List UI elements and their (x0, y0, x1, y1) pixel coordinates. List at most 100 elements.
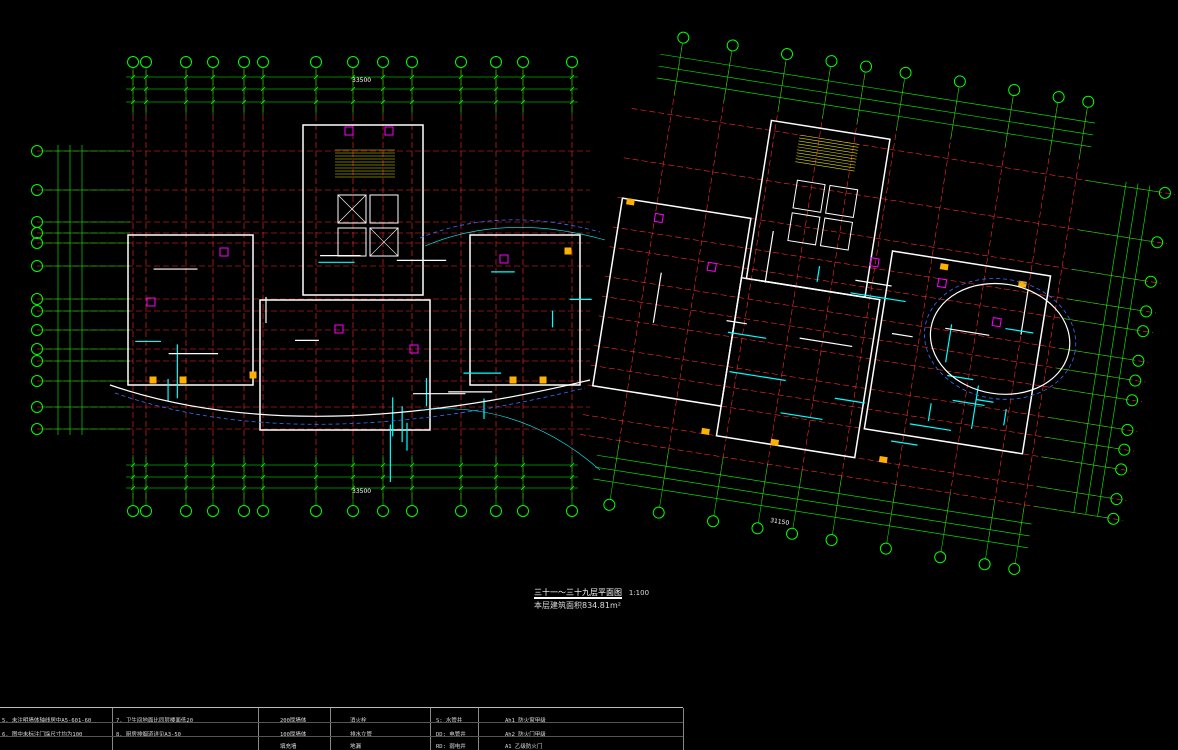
grid-bubble-top (491, 57, 502, 68)
grid-bubble-right (1107, 513, 1120, 526)
column (771, 439, 779, 445)
grid-line (613, 46, 682, 481)
elevator-shaft (338, 228, 366, 256)
grid-bubble-bottom (239, 506, 250, 517)
fixture (707, 262, 716, 271)
fixture (938, 279, 947, 288)
partition (765, 231, 773, 283)
grid-bubble-bottom (208, 506, 219, 517)
grid-bubble-top (378, 57, 389, 68)
partition (855, 280, 891, 286)
grid-bubble-right (1110, 493, 1123, 506)
fixture (992, 318, 1001, 327)
grid-line (890, 89, 959, 524)
left-building-block (32, 57, 592, 517)
partition (727, 321, 747, 324)
grid-bubble-bottom (378, 506, 389, 517)
partition (910, 424, 951, 431)
column (565, 248, 571, 254)
fixture (345, 127, 353, 135)
legend-row-divider (0, 736, 683, 737)
grid-leader (1053, 388, 1126, 400)
grid-bubble-top (567, 57, 578, 68)
grid-bubble-bottom (1008, 563, 1021, 576)
corridor-edge (420, 409, 600, 470)
grid-leader (1086, 180, 1159, 192)
partition (972, 386, 979, 429)
partition (850, 293, 905, 302)
legend-divider (330, 708, 331, 750)
grid-bubble-bottom (348, 506, 359, 517)
grid-leader (1072, 269, 1145, 281)
grid-bubble-bottom (407, 506, 418, 517)
grid-bubble-bottom (128, 506, 139, 517)
grid-bubble-top (954, 75, 967, 88)
dim-line (1086, 184, 1138, 515)
legend-table: 5. 未注明墙体轴线居中A5-601-60 6. 图中未标注门垛尺寸均为100 … (0, 707, 683, 750)
grid-bubble-bottom (880, 542, 893, 555)
grid-bubble-top (899, 67, 912, 80)
grid-leader (1078, 230, 1151, 242)
grid-bubble-top (1052, 91, 1065, 104)
column (250, 372, 256, 378)
partition (928, 403, 931, 421)
dim-top-total: 33500 (352, 77, 371, 84)
grid-bubble-top (456, 57, 467, 68)
core-wall (303, 125, 423, 295)
grid-bubble-bottom (456, 506, 467, 517)
legend-row-divider (0, 722, 683, 723)
legend-divider (478, 708, 479, 750)
grid-bubble-bottom (786, 527, 799, 540)
grid-bubble-top (726, 39, 739, 52)
grid-leader (1037, 487, 1110, 499)
grid-bubble-bottom (751, 522, 764, 535)
apartment-wall (128, 235, 253, 385)
column (879, 457, 887, 463)
grid-bubble-top (181, 57, 192, 68)
grid-bubble-bottom (707, 515, 720, 528)
grid-bubble-top (781, 48, 794, 61)
legend-divider (683, 708, 684, 750)
grid-leader (1064, 319, 1137, 331)
drawing-scale: 1:100 (629, 589, 649, 597)
grid-leader (1045, 437, 1118, 449)
dim-line (1098, 185, 1150, 516)
legend-divider (430, 708, 431, 750)
partition (729, 372, 785, 381)
grid-leader (1067, 299, 1140, 311)
grid-bubble-top (1008, 84, 1021, 97)
column (540, 377, 546, 383)
grid-bubble-top (518, 57, 529, 68)
grid-bubble-top (860, 60, 873, 73)
fixture (500, 255, 508, 263)
apartment-wall (470, 235, 580, 385)
grid-bubble-top (311, 57, 322, 68)
partition (892, 334, 913, 337)
grid-bubble-top (239, 57, 250, 68)
partition (800, 338, 853, 346)
legend-divider (112, 708, 113, 750)
dim-bottom-total: 33500 (352, 488, 371, 495)
drawing-title-text: 三十一～三十九层平面图 (534, 588, 622, 599)
column (702, 428, 710, 434)
grid-bubble-top (128, 57, 139, 68)
apartment-wall (593, 198, 751, 406)
elevator-shaft (370, 195, 398, 223)
grid-bubble-bottom (311, 506, 322, 517)
grid-bubble-bottom (567, 506, 578, 517)
column (510, 377, 516, 383)
drawing-title: 三十一～三十九层平面图 1:100 (534, 587, 649, 598)
grid-bubble-top (141, 57, 152, 68)
elevator-shaft (826, 185, 858, 217)
grid-bubble-top (407, 57, 418, 68)
grid-leader (1059, 348, 1132, 360)
column (150, 377, 156, 383)
grid-bubble-bottom (825, 534, 838, 547)
column (627, 199, 635, 205)
partition (1005, 329, 1033, 333)
grid-bubble-top (208, 57, 219, 68)
grid-bubble-top (677, 31, 690, 44)
fixture (385, 127, 393, 135)
partition (1004, 409, 1007, 425)
grid-bubble-top (348, 57, 359, 68)
